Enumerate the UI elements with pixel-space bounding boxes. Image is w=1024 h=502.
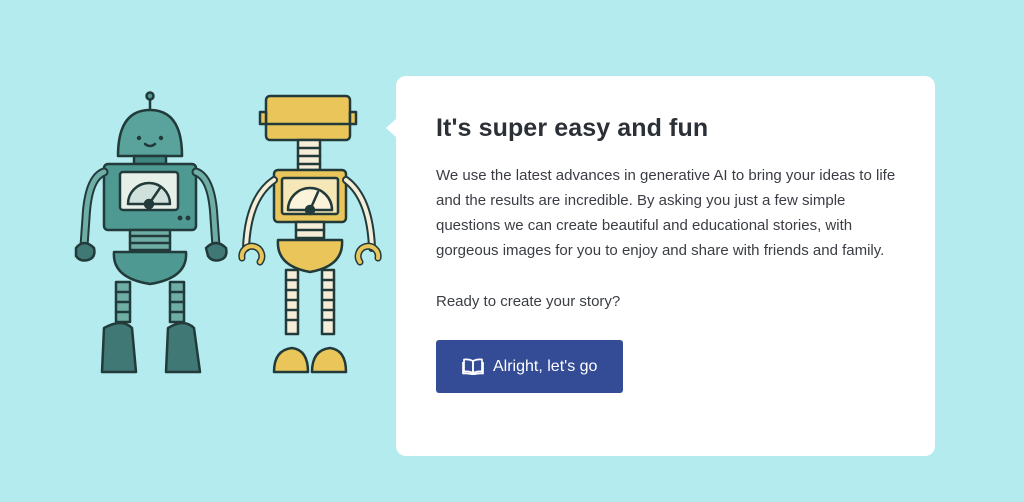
robots-illustration: [74, 91, 382, 374]
alright-lets-go-button[interactable]: Alright, let's go: [436, 340, 624, 393]
page: It's super easy and fun We use the lates…: [0, 0, 1024, 502]
card-description: We use the latest advances in generative…: [436, 167, 896, 259]
cta-label: Alright, let's go: [493, 357, 598, 375]
book-open-icon: [462, 358, 484, 375]
card-question: Ready to create your story?: [436, 293, 621, 310]
yellow-robot: [238, 94, 382, 374]
teal-robot: [74, 91, 228, 374]
card-title: It's super easy and fun: [436, 114, 709, 142]
info-card: It's super easy and fun We use the lates…: [386, 76, 935, 456]
